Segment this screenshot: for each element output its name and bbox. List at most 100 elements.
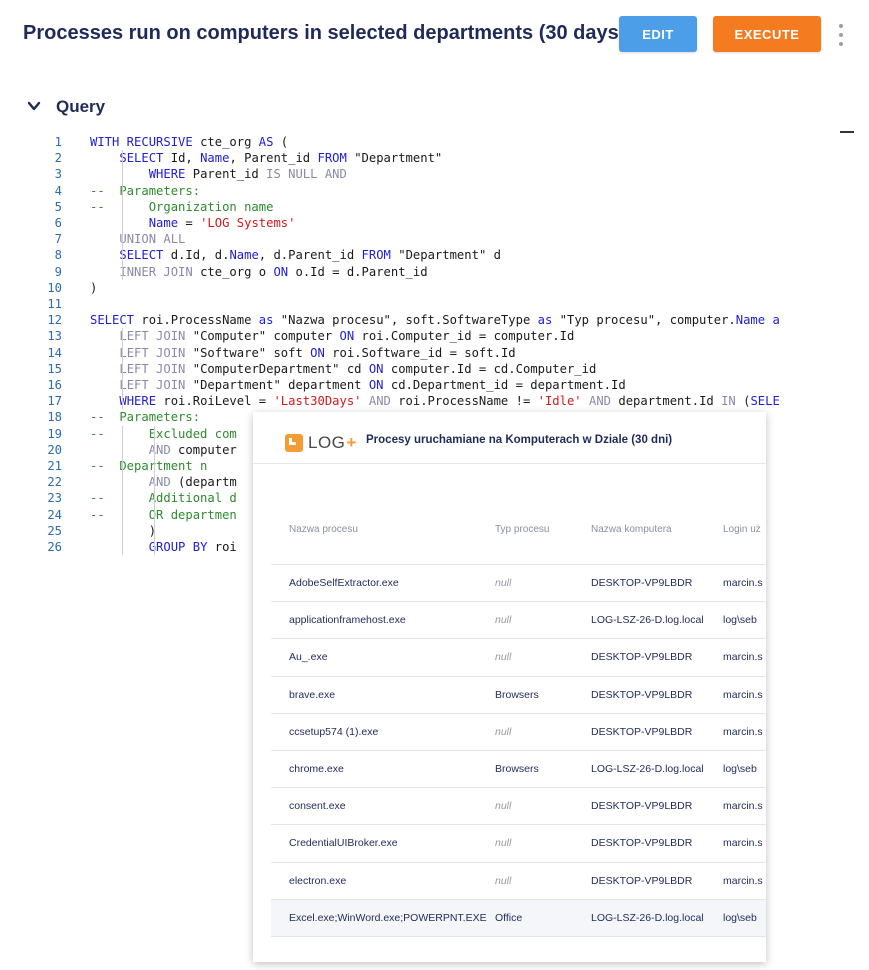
code-line[interactable]: 1 WITH RECURSIVE cte_org AS ( (40, 134, 855, 150)
line-number: 26 (47, 540, 62, 554)
code-text: WITH RECURSIVE cte_org AS ( (90, 134, 288, 150)
table-row[interactable]: CredentialUIBroker.exe null DESKTOP-VP9LBD… (271, 824, 766, 862)
code-line[interactable]: 5 -- Organization name (40, 199, 855, 215)
code-token: roi (207, 540, 237, 554)
edit-button[interactable]: EDIT (619, 16, 697, 52)
table-cell: Browsers (495, 763, 539, 775)
code-token: ON (273, 264, 289, 279)
code-line[interactable]: 16 LEFT JOIN "Department" department ON … (40, 377, 855, 393)
table-cell: marcin.s (723, 577, 763, 589)
table-row[interactable]: Excel.exe;WinWord.exe;POWERPNT.EXE Office… (271, 898, 766, 937)
code-line[interactable]: 6 Name = 'LOG Systems' (40, 215, 855, 231)
code-token: LEFT JOIN (119, 361, 186, 376)
chevron-down-icon[interactable] (27, 99, 41, 113)
report-divider (253, 463, 766, 464)
table-cell: null (495, 800, 512, 813)
indent-guide (154, 425, 155, 556)
code-token: Parent_id (185, 167, 267, 182)
code-token: roi.ProcessName != (390, 394, 538, 409)
table-cell: marcin.s (723, 688, 763, 701)
kebab-menu-icon[interactable] (836, 24, 846, 46)
table-cell: DESKTOP-VP9LBDR (591, 577, 693, 589)
code-token: WHERE (119, 394, 157, 409)
code-token: o.Id = d.Parent_id (288, 264, 428, 279)
code-line[interactable]: 3 WHERE Parent_id IS NULL AND (40, 166, 855, 182)
code-text: -- Additional d (90, 490, 237, 506)
code-token: -- Parameters: (90, 183, 201, 198)
code-text: -- Organization name (90, 199, 273, 215)
code-line[interactable]: 17 WHERE roi.RoiLevel = 'Last30Days' AND… (40, 393, 855, 409)
table-cell: LOG-LSZ-26-D.log.local (591, 763, 704, 775)
table-row[interactable]: consent.exe null DESKTOP-VP9LBDR marcin.s (271, 787, 766, 825)
table-cell: LOG-LSZ-26-D.log.local (591, 614, 704, 627)
column-header[interactable]: Typ procesu (495, 524, 549, 535)
code-line[interactable]: 14 LEFT JOIN "Software" soft ON roi.Soft… (40, 345, 855, 361)
page-title: Processes run on computers in selected d… (23, 22, 626, 44)
code-line[interactable]: 11 (40, 296, 855, 312)
indent-guide (122, 328, 123, 410)
code-text: -- Parameters: (90, 409, 200, 425)
code-line[interactable]: 9 INNER JOIN cte_org o ON o.Id = d.Paren… (40, 264, 855, 280)
table-row[interactable]: Au_.exe null DESKTOP-VP9LBDR marcin.s (271, 638, 766, 676)
code-token: (departm (170, 475, 237, 490)
column-header[interactable]: Nazwa procesu (289, 524, 358, 535)
line-number: 18 (47, 410, 62, 425)
indent-guide (122, 425, 123, 556)
code-token: as (258, 313, 274, 328)
code-text: LEFT JOIN "Computer" computer ON roi.Com… (90, 328, 574, 344)
table-row[interactable]: ccsetup574 (1).exe null DESKTOP-VP9LBDR mar… (271, 712, 766, 751)
table-row[interactable]: chrome.exe Browsers LOG-LSZ-26-D.log.local… (271, 750, 766, 788)
code-line[interactable]: 8 SELECT d.Id, d.Name, d.Parent_id FROM … (40, 247, 855, 263)
code-line[interactable]: 4 -- Parameters: (40, 183, 855, 199)
code-token: cd.Department_id = department.Id (383, 378, 626, 392)
table-row[interactable]: applicationframehost.exe null LOG-LSZ-26-D… (271, 601, 766, 639)
table-row[interactable]: electron.exe null DESKTOP-VP9LBDR marcin.s (271, 861, 766, 900)
table-cell: marcin.s (723, 651, 763, 664)
table-row[interactable]: brave.exe Browsers DESKTOP-VP9LBDR marcin.s (271, 675, 766, 714)
table-cell: null (495, 577, 512, 589)
table-cell: Au_.exe (289, 651, 328, 664)
table-cell: brave.exe (289, 688, 336, 701)
code-line[interactable]: 12 SELECT roi.ProcessName as "Nazwa proce… (40, 312, 855, 328)
table-cell: null (495, 614, 512, 627)
logo-plus: + (346, 433, 357, 452)
line-number: 19 (47, 426, 62, 441)
query-section-label[interactable]: Query (56, 97, 105, 117)
code-token: ) (90, 280, 98, 295)
line-number: 23 (47, 491, 62, 506)
code-token: FROM (317, 151, 347, 166)
code-token: AND (148, 475, 171, 490)
code-line[interactable]: 7 UNION ALL (40, 231, 855, 247)
code-line[interactable]: 10) (40, 280, 855, 296)
table-row[interactable]: AdobeSelfExtractor.exe null DESKTOP-VP9LBD… (271, 564, 766, 602)
execute-button[interactable]: EXECUTE (713, 16, 821, 52)
code-token: as (537, 313, 553, 328)
code-token: "Nazwa procesu", soft.SoftwareType (273, 313, 538, 328)
editor-scrollbar[interactable] (840, 131, 854, 133)
line-number: 10 (47, 280, 62, 295)
code-line[interactable]: 2 SELECT Id, Name, Parent_id FROM "Depar… (40, 150, 855, 166)
line-number: 25 (47, 523, 62, 538)
column-header[interactable]: Nazwa komputera (591, 524, 672, 535)
table-bottom-border (271, 936, 766, 937)
code-token: roi.Computer_id = computer.Id (354, 329, 575, 344)
column-header[interactable]: Login uż (723, 524, 761, 535)
line-number: 3 (54, 167, 62, 182)
code-token: "Department" d (390, 248, 501, 263)
code-token: "ComputerDepartment" cd (185, 361, 369, 376)
line-number: 20 (47, 442, 62, 457)
code-text: -- Parameters: (90, 183, 200, 199)
table-cell: ccsetup574 (1).exe (289, 725, 379, 738)
code-line[interactable]: 15 LEFT JOIN "ComputerDepartment" cd ON … (40, 361, 855, 377)
code-line[interactable]: 13 LEFT JOIN "Computer" computer ON roi.… (40, 328, 855, 344)
code-text: INNER JOIN cte_org o ON o.Id = d.Parent_… (90, 264, 428, 280)
table-cell: log\seb (723, 911, 757, 924)
